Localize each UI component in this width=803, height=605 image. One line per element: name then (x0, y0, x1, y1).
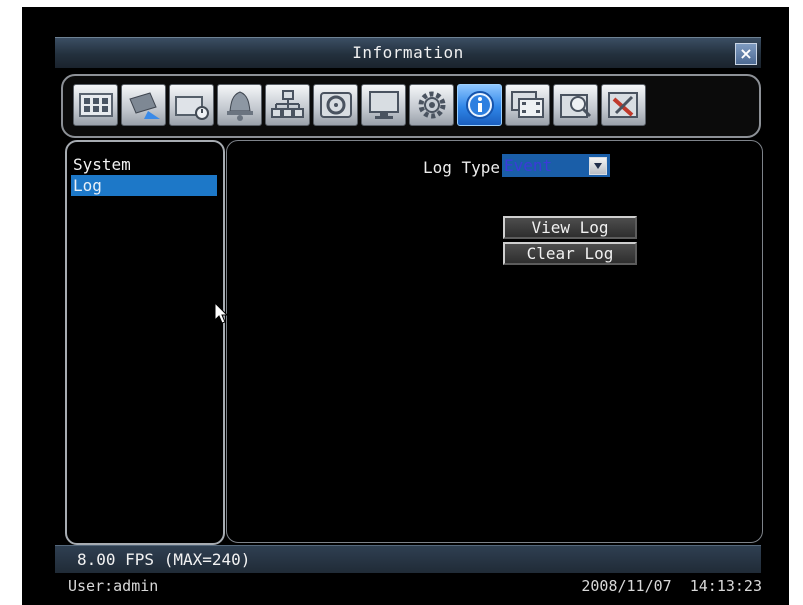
sidebar-item-system[interactable]: System (71, 154, 217, 175)
ptz-camera-icon[interactable] (121, 84, 166, 126)
date-label: 2008/11/07 (581, 577, 672, 595)
chevron-down-icon[interactable] (589, 157, 607, 175)
status-bar: 8.00 FPS (MAX=240) (55, 545, 761, 573)
log-type-dropdown[interactable]: Event (502, 154, 610, 177)
settings-gear-icon[interactable] (409, 84, 454, 126)
sidebar: System Log (65, 140, 225, 545)
mouse-cursor-icon (214, 302, 228, 324)
alarm-bell-icon[interactable] (217, 84, 262, 126)
disk-icon[interactable] (313, 84, 358, 126)
log-type-label: Log Type (423, 158, 501, 177)
view-log-button[interactable]: View Log (503, 216, 637, 239)
dvr-screen: Information × System Log Log Type Event … (22, 7, 789, 605)
search-icon[interactable] (553, 84, 598, 126)
info-line: User:admin 2008/11/07 14:13:23 (68, 577, 762, 599)
window-title: Information (352, 43, 464, 62)
tools-icon[interactable] (601, 84, 646, 126)
camera-grid-icon[interactable] (73, 84, 118, 126)
sidebar-item-log[interactable]: Log (71, 175, 217, 196)
monitor-display-icon[interactable] (361, 84, 406, 126)
user-label: User:admin (68, 577, 159, 595)
datetime: 2008/11/07 14:13:23 (581, 577, 762, 595)
fps-readout: 8.00 FPS (MAX=240) (77, 550, 251, 569)
title-bar: Information × (55, 37, 761, 68)
close-icon[interactable]: × (735, 43, 757, 65)
main-panel: Log Type Event View Log Clear Log (226, 140, 763, 543)
record-schedule-icon[interactable] (169, 84, 214, 126)
clear-log-button[interactable]: Clear Log (503, 242, 637, 265)
time-label: 14:13:23 (689, 577, 762, 595)
network-icon[interactable] (265, 84, 310, 126)
log-type-value: Event (504, 156, 553, 175)
information-icon[interactable] (457, 84, 502, 126)
menu-toolbar (61, 74, 761, 138)
film-roll-icon[interactable] (505, 84, 550, 126)
